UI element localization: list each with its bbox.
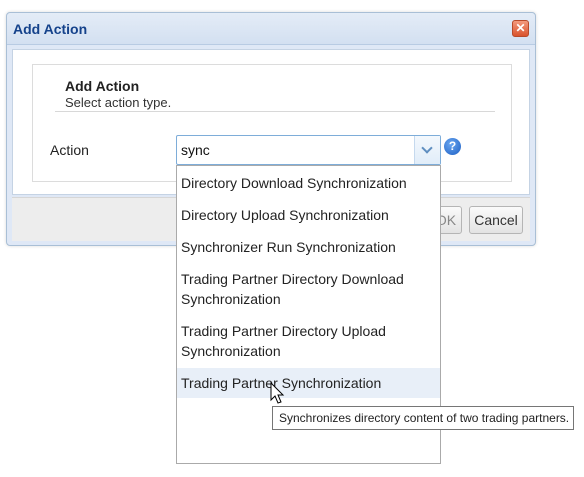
action-label: Action [50, 142, 89, 158]
mouse-pointer-icon [270, 382, 285, 404]
option-tooltip: Synchronizes directory content of two tr… [272, 406, 574, 430]
form-header-title: Add Action [65, 78, 140, 94]
form-header-subtitle: Select action type. [65, 95, 172, 110]
dropdown-trigger[interactable] [414, 136, 440, 164]
dialog-titlebar[interactable]: Add Action ✕ [7, 13, 535, 45]
dropdown-option-hovered[interactable]: Trading Partner Synchronization [177, 368, 440, 398]
dialog-title: Add Action [13, 21, 88, 37]
action-input[interactable]: sync [181, 142, 210, 158]
dropdown-option[interactable]: Directory Upload Synchronization [177, 205, 440, 225]
cancel-button[interactable]: Cancel [469, 206, 523, 234]
dropdown-option[interactable]: Synchronizer Run Synchronization [177, 237, 440, 257]
help-icon[interactable]: ? [444, 138, 461, 155]
dropdown-option[interactable]: Trading Partner Directory Upload Synchro… [177, 321, 440, 361]
chevron-down-icon [421, 142, 433, 154]
dropdown-option[interactable]: Trading Partner Directory Download Synch… [177, 269, 440, 309]
close-icon[interactable]: ✕ [512, 20, 529, 37]
action-combobox[interactable]: sync [176, 135, 441, 165]
header-divider [55, 111, 495, 112]
dropdown-option[interactable]: Directory Download Synchronization [177, 173, 440, 193]
